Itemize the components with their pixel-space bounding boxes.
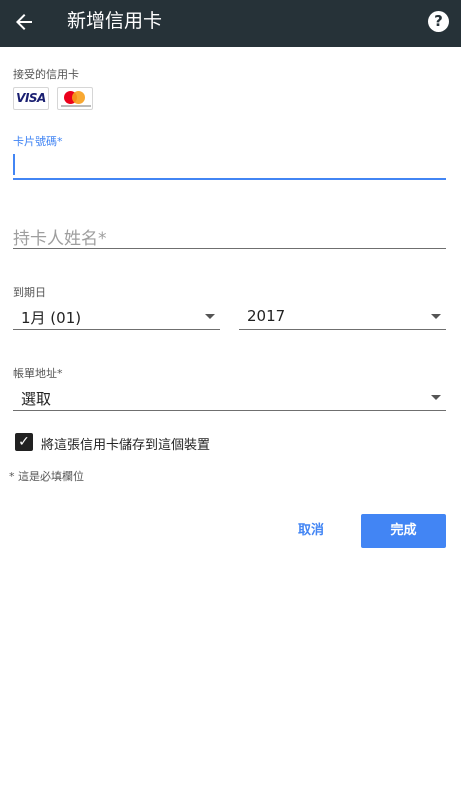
arrow-back-icon[interactable] <box>12 10 36 34</box>
expiry-month-value: 1月 (01) <box>21 309 82 327</box>
billing-address-value: 選取 <box>21 390 52 408</box>
expiry-year-value: 2017 <box>247 307 286 325</box>
card-number-underline <box>13 178 446 180</box>
save-card-label[interactable]: 將這張信用卡儲存到這個裝置 <box>41 434 210 453</box>
mastercard-logo-icon <box>57 87 93 110</box>
dropdown-arrow-icon <box>431 395 441 400</box>
page-title: 新增信用卡 <box>67 10 163 32</box>
required-field-note: * 這是必填欄位 <box>9 470 84 483</box>
expiry-month-underline <box>13 329 220 330</box>
dropdown-arrow-icon <box>431 314 441 319</box>
accepted-cards-label: 接受的信用卡 <box>13 68 79 81</box>
billing-address-underline <box>13 410 446 411</box>
billing-address-label: 帳單地址* <box>13 367 63 380</box>
card-number-input[interactable] <box>13 154 15 175</box>
expiry-label: 到期日 <box>13 286 46 299</box>
cardholder-name-input[interactable]: 持卡人姓名* <box>13 224 107 249</box>
expiry-year-underline <box>239 329 446 330</box>
visa-logo-icon: VISA <box>13 87 49 110</box>
card-number-label: 卡片號碼* <box>13 135 63 148</box>
cancel-button[interactable]: 取消 <box>285 514 337 548</box>
app-bar: 新增信用卡 ? <box>0 0 461 47</box>
help-icon[interactable]: ? <box>428 11 449 32</box>
save-card-checkbox[interactable]: ✓ <box>15 433 33 451</box>
dropdown-arrow-icon <box>205 314 215 319</box>
done-button[interactable]: 完成 <box>361 514 446 548</box>
cardholder-name-underline <box>13 248 446 249</box>
